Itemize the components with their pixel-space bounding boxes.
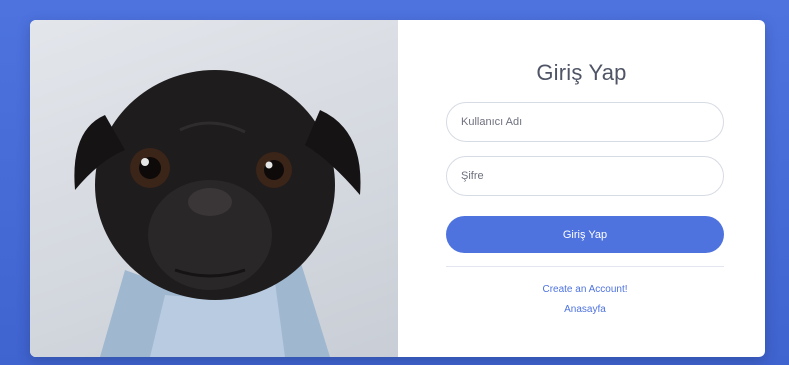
divider	[446, 266, 724, 267]
page-title: Giriş Yap	[536, 60, 627, 85]
login-card: Giriş Yap Giriş Yap Create an Account! A…	[30, 20, 765, 357]
password-input[interactable]	[446, 156, 724, 196]
login-form-panel: Giriş Yap Giriş Yap Create an Account! A…	[398, 20, 765, 357]
login-button[interactable]: Giriş Yap	[446, 216, 724, 253]
create-account-link[interactable]: Create an Account!	[446, 284, 724, 295]
home-link[interactable]: Anasayfa	[446, 304, 724, 315]
username-input[interactable]	[446, 102, 724, 142]
pug-dog-image	[30, 20, 398, 357]
pug-illustration	[74, 70, 361, 357]
